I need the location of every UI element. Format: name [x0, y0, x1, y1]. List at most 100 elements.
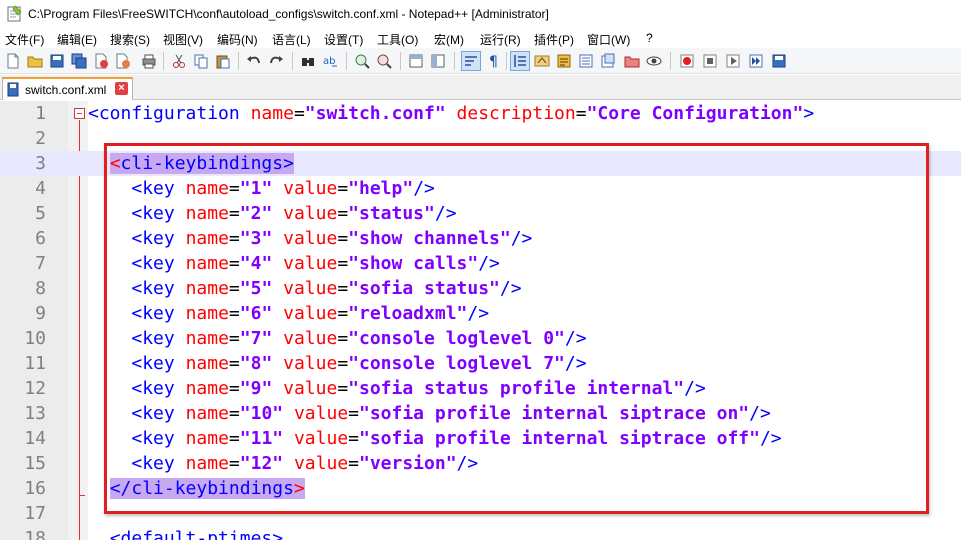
document-map-icon[interactable]	[554, 51, 574, 71]
user-defined-language-icon[interactable]	[532, 51, 552, 71]
replace-icon[interactable]: ab	[320, 51, 340, 71]
code-text[interactable]: <default-ptimes>	[88, 526, 283, 540]
toolbar-separator	[292, 52, 293, 70]
line-number: 15	[24, 453, 46, 474]
copy-icon[interactable]	[191, 51, 211, 71]
stop-macro-icon[interactable]	[700, 51, 720, 71]
new-file-icon[interactable]	[3, 51, 23, 71]
line-number: 17	[24, 503, 46, 524]
folder-as-workspace-icon[interactable]	[598, 51, 618, 71]
code-text[interactable]: <key name="6" value="reloadxml"/>	[88, 301, 489, 326]
indent-guide-icon[interactable]	[510, 51, 530, 71]
code-line: 8 <key name="5" value="sofia status"/>	[0, 276, 961, 301]
code-line: 18 <default-ptimes>	[0, 526, 961, 540]
code-text[interactable]: <key name="1" value="help"/>	[88, 176, 435, 201]
sync-vertical-icon[interactable]	[406, 51, 426, 71]
line-number: 13	[24, 403, 46, 424]
code-text[interactable]: <key name="2" value="status"/>	[88, 201, 456, 226]
open-file-icon[interactable]	[25, 51, 45, 71]
line-number: 2	[35, 128, 46, 149]
menu-help[interactable]: ?	[646, 31, 653, 45]
window-title: C:\Program Files\FreeSWITCH\conf\autoloa…	[28, 7, 549, 21]
line-number: 3	[35, 153, 46, 174]
code-line: 10 <key name="7" value="console loglevel…	[0, 326, 961, 351]
cut-icon[interactable]	[169, 51, 189, 71]
tab-bar: switch.conf.xml ×	[0, 75, 961, 100]
line-number: 9	[35, 303, 46, 324]
code-line: 17	[0, 501, 961, 526]
menu-settings[interactable]: 设置(T)	[324, 31, 363, 48]
line-number: 1	[35, 103, 46, 124]
editor-area[interactable]: 1 <configuration name="switch.conf" desc…	[0, 101, 961, 540]
toolbar-separator	[454, 52, 455, 70]
notepadpp-app-icon	[7, 5, 22, 22]
code-line: 4 <key name="1" value="help"/>	[0, 176, 961, 201]
tab-close-icon[interactable]: ×	[115, 82, 128, 95]
save-macro-icon[interactable]	[769, 51, 789, 71]
redo-icon[interactable]	[266, 51, 286, 71]
toolbar: ab ¶	[0, 48, 961, 74]
sync-horizontal-icon[interactable]	[428, 51, 448, 71]
menu-edit[interactable]: 编辑(E)	[57, 31, 97, 48]
menu-window[interactable]: 窗口(W)	[587, 31, 630, 48]
close-file-icon[interactable]	[91, 51, 111, 71]
code-line: 6 <key name="3" value="show channels"/>	[0, 226, 961, 251]
undo-icon[interactable]	[244, 51, 264, 71]
paste-icon[interactable]	[213, 51, 233, 71]
word-wrap-icon[interactable]	[461, 51, 481, 71]
line-number: 6	[35, 228, 46, 249]
print-icon[interactable]	[139, 51, 159, 71]
code-text[interactable]: <cli-keybindings>	[88, 151, 294, 176]
record-macro-icon[interactable]	[677, 51, 697, 71]
code-text[interactable]: <key name="12" value="version"/>	[88, 451, 478, 476]
menu-file[interactable]: 文件(F)	[5, 31, 44, 48]
code-text[interactable]: <configuration name="switch.conf" descri…	[88, 101, 814, 126]
menu-language[interactable]: 语言(L)	[272, 31, 311, 48]
find-icon[interactable]	[298, 51, 318, 71]
monitoring-eye-icon[interactable]	[644, 51, 664, 71]
play-macro-icon[interactable]	[723, 51, 743, 71]
toolbar-separator	[238, 52, 239, 70]
function-list-icon[interactable]	[576, 51, 596, 71]
save-all-icon[interactable]	[69, 51, 89, 71]
title-bar: C:\Program Files\FreeSWITCH\conf\autoloa…	[0, 0, 961, 28]
code-text[interactable]: </cli-keybindings>	[88, 476, 305, 501]
code-line: 14 <key name="11" value="sofia profile i…	[0, 426, 961, 451]
line-number: 10	[24, 328, 46, 349]
file-icon	[7, 82, 19, 97]
zoom-out-icon[interactable]	[374, 51, 394, 71]
menu-run[interactable]: 运行(R)	[480, 31, 521, 48]
save-icon[interactable]	[47, 51, 67, 71]
code-text[interactable]: <key name="5" value="sofia status"/>	[88, 276, 521, 301]
show-all-characters-icon[interactable]: ¶	[484, 51, 504, 71]
line-number: 4	[35, 178, 46, 199]
menu-encoding[interactable]: 编码(N)	[217, 31, 258, 48]
close-all-icon[interactable]	[113, 51, 133, 71]
menu-search[interactable]: 搜索(S)	[110, 31, 150, 48]
code-text[interactable]: <key name="10" value="sofia profile inte…	[88, 401, 770, 426]
svg-text:ab: ab	[323, 56, 335, 67]
code-text[interactable]: <key name="11" value="sofia profile inte…	[88, 426, 781, 451]
code-text[interactable]: <key name="9" value="sofia status profil…	[88, 376, 705, 401]
code-line: 2	[0, 126, 961, 151]
code-text[interactable]: <key name="7" value="console loglevel 0"…	[88, 326, 586, 351]
menu-tools[interactable]: 工具(O)	[377, 31, 418, 48]
code-line: 13 <key name="10" value="sofia profile i…	[0, 401, 961, 426]
code-text[interactable]: <key name="3" value="show channels"/>	[88, 226, 532, 251]
code-text[interactable]: <key name="8" value="console loglevel 7"…	[88, 351, 586, 376]
code-line: 5 <key name="2" value="status"/>	[0, 201, 961, 226]
menu-view[interactable]: 视图(V)	[163, 31, 203, 48]
run-macro-multiple-icon[interactable]	[746, 51, 766, 71]
line-number: 5	[35, 203, 46, 224]
tab-label: switch.conf.xml	[25, 82, 107, 97]
zoom-in-icon[interactable]	[352, 51, 372, 71]
line-number: 7	[35, 253, 46, 274]
tab-switch-conf-xml[interactable]: switch.conf.xml ×	[2, 77, 133, 100]
folder-icon[interactable]	[622, 51, 642, 71]
menu-macro[interactable]: 宏(M)	[434, 31, 464, 48]
menu-plugins[interactable]: 插件(P)	[534, 31, 574, 48]
code-text[interactable]: <key name="4" value="show calls"/>	[88, 251, 500, 276]
line-number: 8	[35, 278, 46, 299]
line-number: 14	[24, 428, 46, 449]
toolbar-separator	[400, 52, 401, 70]
